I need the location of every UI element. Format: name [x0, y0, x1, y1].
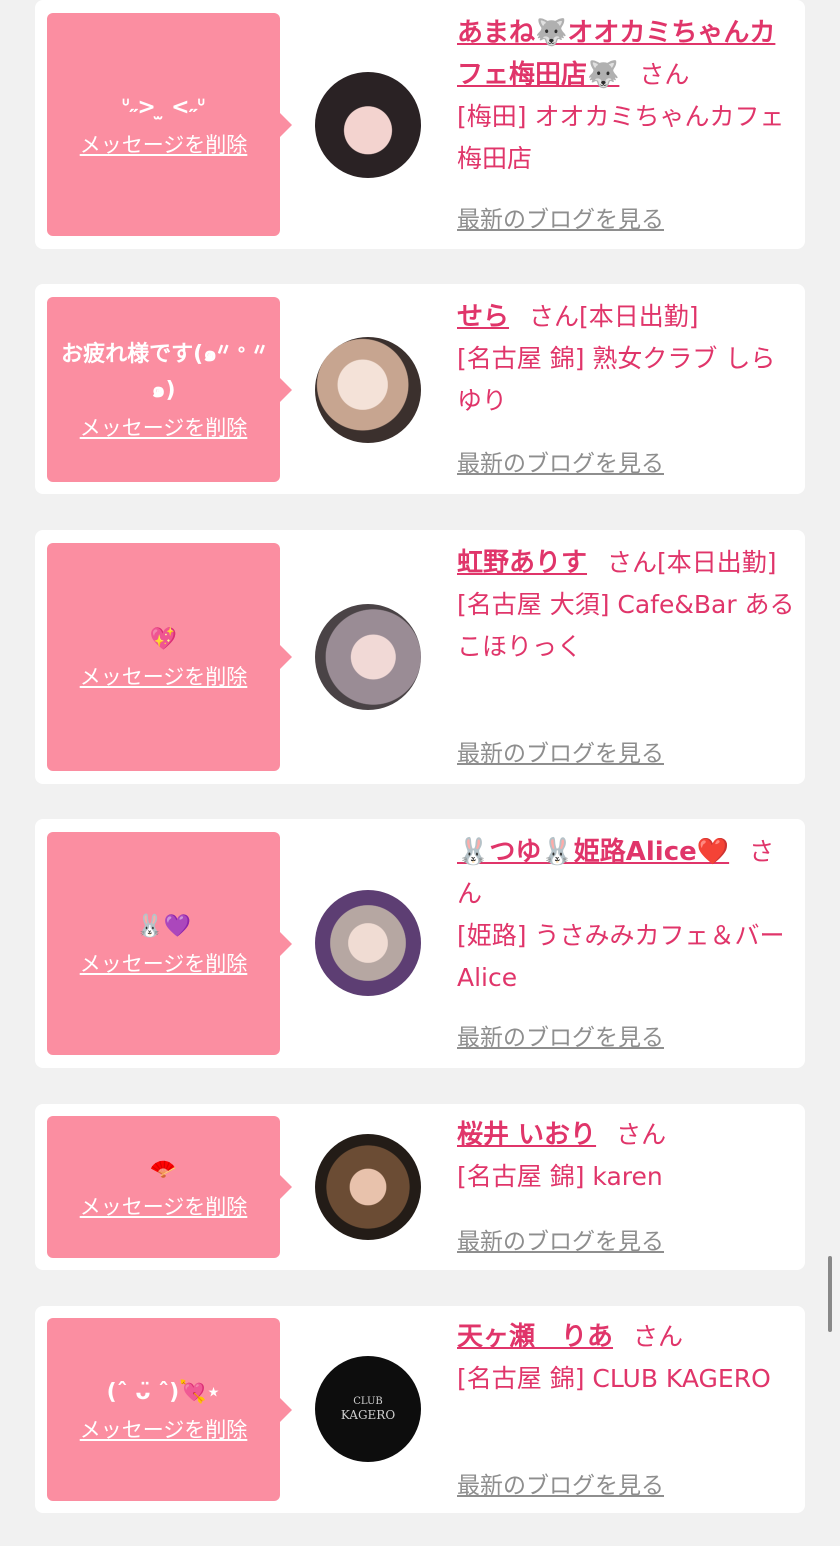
cast-info: 虹野ありす さん[本日出勤] [名古屋 大須] Cafe&Bar あるこほりっく: [457, 542, 797, 668]
message-text: (ˆ ᴗ̈ ˆ)💘⋆: [106, 1379, 221, 1405]
message-card: お疲れ様です(๑ᐥ ᐤ ᐥ๑) メッセージを削除 せら さん[本日出勤] [名古屋…: [35, 284, 805, 494]
cast-name-link[interactable]: 天ヶ瀬 りあ: [457, 1322, 613, 1352]
delete-message-link[interactable]: メッセージを削除: [80, 130, 248, 160]
message-bubble: (ˆ ᴗ̈ ˆ)💘⋆ メッセージを削除: [47, 1318, 292, 1501]
cast-name-link[interactable]: せら: [457, 302, 509, 332]
avatar[interactable]: [315, 1134, 421, 1240]
message-card: 💖 メッセージを削除 虹野ありす さん[本日出勤] [名古屋 大須] Cafe&B…: [35, 530, 805, 784]
delete-message-link[interactable]: メッセージを削除: [80, 1192, 248, 1222]
message-bubble: お疲れ様です(๑ᐥ ᐤ ᐥ๑) メッセージを削除: [47, 297, 292, 482]
club-logo-line1: CLUB: [353, 1396, 383, 1407]
latest-blog-link[interactable]: 最新のブログを見る: [457, 1222, 664, 1256]
cast-name-link[interactable]: あまね🐺オオカミちゃんカフェ梅田店🐺: [457, 18, 775, 90]
latest-blog-link[interactable]: 最新のブログを見る: [457, 1018, 664, 1052]
shop-name: [名古屋 錦] 熟女クラブ しらゆり: [457, 344, 776, 415]
message-bubble: ᐡ˶> ̫ <˶ᐡ メッセージを削除: [47, 13, 292, 236]
honorific: さん: [616, 1120, 667, 1149]
delete-message-link[interactable]: メッセージを削除: [80, 662, 248, 692]
shop-name: [姫路] うさみみカフェ＆バー Alice: [457, 921, 810, 992]
message-card: 🐰💜 メッセージを削除 🐰つゆ🐰姫路Alice❤️ さん [姫路] うさみみカフェ…: [35, 819, 810, 1068]
avatar[interactable]: [315, 72, 421, 178]
avatar[interactable]: [315, 890, 421, 996]
honorific: さん[本日出勤]: [607, 548, 777, 577]
message-text: ᐡ˶> ̫ <˶ᐡ: [121, 94, 206, 120]
latest-blog-link[interactable]: 最新のブログを見る: [457, 734, 664, 768]
cast-info: あまね🐺オオカミちゃんカフェ梅田店🐺 さん [梅田] オオカミちゃんカフェ梅田店: [457, 12, 797, 180]
cast-name-link[interactable]: 桜井 いおり: [457, 1120, 596, 1150]
message-card: (ˆ ᴗ̈ ˆ)💘⋆ メッセージを削除 CLUB KAGERO 天ヶ瀬 りあ さん…: [35, 1306, 805, 1513]
cast-info: 桜井 いおり さん [名古屋 錦] karen: [457, 1114, 797, 1198]
cast-info: せら さん[本日出勤] [名古屋 錦] 熟女クラブ しらゆり: [457, 296, 797, 422]
honorific: さん: [639, 60, 690, 89]
latest-blog-link[interactable]: 最新のブログを見る: [457, 444, 664, 478]
delete-message-link[interactable]: メッセージを削除: [80, 1415, 248, 1445]
message-text: 🪭: [149, 1157, 178, 1182]
delete-message-link[interactable]: メッセージを削除: [80, 413, 248, 443]
message-card: 🪭 メッセージを削除 桜井 いおり さん [名古屋 錦] karen 最新のブログ…: [35, 1104, 805, 1270]
cast-name-link[interactable]: 🐰つゆ🐰姫路Alice❤️: [457, 837, 729, 867]
avatar[interactable]: [315, 604, 421, 710]
cast-info: 🐰つゆ🐰姫路Alice❤️ さん [姫路] うさみみカフェ＆バー Alice: [457, 831, 810, 999]
avatar[interactable]: [315, 337, 421, 443]
message-card: ᐡ˶> ̫ <˶ᐡ メッセージを削除 あまね🐺オオカミちゃんカフェ梅田店🐺 さん …: [35, 0, 805, 249]
message-text: お疲れ様です(๑ᐥ ᐤ ᐥ๑): [61, 341, 266, 403]
club-logo-line2: KAGERO: [340, 1408, 396, 1422]
latest-blog-link[interactable]: 最新のブログを見る: [457, 200, 664, 234]
honorific: さん: [633, 1322, 684, 1351]
honorific: さん[本日出勤]: [529, 302, 699, 331]
latest-blog-link[interactable]: 最新のブログを見る: [457, 1466, 664, 1500]
avatar[interactable]: CLUB KAGERO: [315, 1356, 421, 1462]
scrollbar[interactable]: [828, 1256, 832, 1332]
message-bubble: 💖 メッセージを削除: [47, 543, 292, 771]
message-text: 💖: [149, 627, 178, 652]
shop-name: [名古屋 錦] CLUB KAGERO: [457, 1364, 771, 1393]
delete-message-link[interactable]: メッセージを削除: [80, 949, 248, 979]
shop-name: [名古屋 錦] karen: [457, 1162, 663, 1191]
message-bubble: 🐰💜 メッセージを削除: [47, 832, 292, 1055]
cast-info: 天ヶ瀬 りあ さん [名古屋 錦] CLUB KAGERO: [457, 1316, 797, 1400]
message-bubble: 🪭 メッセージを削除: [47, 1116, 292, 1258]
message-text: 🐰💜: [136, 913, 191, 939]
shop-name: [梅田] オオカミちゃんカフェ梅田店: [457, 102, 785, 173]
shop-name: [名古屋 大須] Cafe&Bar あるこほりっく: [457, 590, 795, 661]
cast-name-link[interactable]: 虹野ありす: [457, 548, 587, 578]
